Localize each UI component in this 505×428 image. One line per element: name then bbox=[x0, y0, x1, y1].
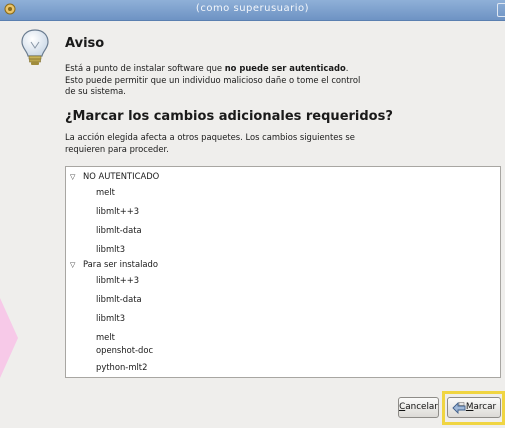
tree-item[interactable]: python-mlt2 bbox=[66, 359, 147, 375]
pink-annotation-mark bbox=[0, 298, 18, 378]
tree-item[interactable]: openshot-doc bbox=[66, 342, 153, 358]
tree-item[interactable]: libmlt++3 bbox=[66, 272, 139, 288]
warning-message-pre: Está a punto de instalar software que bbox=[65, 63, 225, 73]
dialog-window: (como superusuario) Aviso Está a punto d… bbox=[0, 0, 505, 428]
lightbulb-warning-icon bbox=[21, 29, 49, 65]
tree-group-label: NO AUTENTICADO bbox=[83, 171, 160, 181]
warning-message-bold: no puede ser autenticado bbox=[224, 63, 346, 73]
tree-group-to-install[interactable]: ▽ Para ser instalado bbox=[66, 256, 158, 272]
cancel-label-rest: ancelar bbox=[405, 402, 438, 412]
tree-item[interactable]: libmlt-data bbox=[66, 222, 142, 238]
tree-group-unauthenticated[interactable]: ▽ NO AUTENTICADO bbox=[66, 168, 159, 184]
window-title: (como superusuario) bbox=[195, 3, 310, 14]
window-control-button[interactable] bbox=[497, 3, 505, 17]
tree-group-label: Para ser instalado bbox=[83, 259, 158, 269]
package-tree[interactable]: ▽ NO AUTENTICADO melt libmlt++3 libmlt-da… bbox=[65, 166, 501, 378]
mark-button-highlight bbox=[442, 391, 505, 425]
tree-item[interactable]: libmlt3 bbox=[66, 310, 125, 326]
cancel-button[interactable]: Cancelar bbox=[398, 397, 439, 418]
tree-item[interactable]: libmlt3 bbox=[66, 241, 125, 257]
question-heading: ¿Marcar los cambios adicionales requerid… bbox=[65, 109, 393, 124]
warning-message: Está a punto de instalar software que no… bbox=[65, 63, 365, 98]
tree-item[interactable]: libmlt-data bbox=[66, 291, 142, 307]
expander-down-icon[interactable]: ▽ bbox=[70, 169, 80, 185]
tree-item[interactable]: melt bbox=[66, 184, 115, 200]
dialog-heading: Aviso bbox=[65, 36, 105, 51]
title-bar[interactable]: (como superusuario) bbox=[0, 0, 505, 21]
changes-note: La acción elegida afecta a otros paquete… bbox=[65, 132, 355, 154]
tree-item[interactable]: libmlt++3 bbox=[66, 203, 139, 219]
expander-down-icon[interactable]: ▽ bbox=[70, 257, 80, 273]
